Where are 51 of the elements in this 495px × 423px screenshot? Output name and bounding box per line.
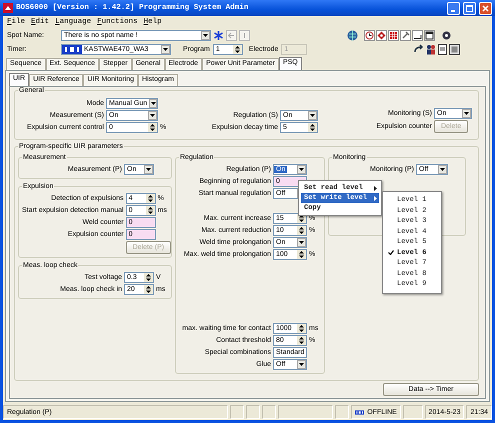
page-icon[interactable] [437, 44, 448, 55]
spin-arrows-icon[interactable] [299, 336, 304, 345]
caret-icon[interactable] [464, 112, 469, 115]
caret-icon[interactable] [203, 34, 208, 37]
star-icon[interactable] [213, 30, 224, 41]
spin-arrows-icon[interactable] [150, 123, 155, 132]
checkmark-icon [388, 250, 394, 254]
maximize-icon[interactable] [466, 4, 473, 12]
spin-arrows-icon[interactable] [310, 123, 315, 132]
arrow-icon[interactable] [413, 44, 424, 55]
spin-arrows-icon[interactable] [148, 194, 153, 203]
caret-icon[interactable] [299, 241, 304, 244]
spin-arrows-icon[interactable] [148, 206, 153, 215]
tool-icon[interactable] [400, 30, 411, 41]
tray-icon[interactable] [412, 30, 423, 41]
window-icon[interactable] [424, 30, 435, 41]
status-panel [402, 405, 423, 419]
caret-icon[interactable] [150, 102, 156, 105]
spin-arrows-icon[interactable] [299, 226, 304, 235]
status-panel [334, 405, 349, 419]
caret-icon[interactable] [146, 168, 151, 171]
globe-icon[interactable] [347, 30, 358, 41]
caret-icon[interactable] [163, 48, 168, 51]
spin-arrows-icon[interactable] [299, 250, 304, 259]
app-icon [3, 3, 13, 13]
spin-arrows-icon[interactable] [146, 273, 151, 282]
caret-icon[interactable] [299, 363, 304, 366]
gear-icon[interactable] [441, 30, 452, 41]
caret-icon[interactable] [299, 168, 304, 171]
clock-icon[interactable] [364, 30, 375, 41]
close-icon[interactable] [482, 4, 489, 12]
status-panel [262, 405, 276, 419]
spin-arrows-icon[interactable] [299, 324, 304, 333]
minimize-button[interactable] [447, 2, 460, 14]
spin-arrows-icon[interactable] [146, 285, 151, 294]
status-panel [230, 405, 244, 419]
caret-icon[interactable] [440, 168, 445, 171]
close-button[interactable] [479, 2, 492, 14]
maximize-button[interactable] [463, 2, 476, 14]
status-panel [278, 405, 333, 419]
grid-icon[interactable] [388, 30, 399, 41]
diamond-icon[interactable] [376, 30, 387, 41]
status-panel [246, 405, 260, 419]
spin-arrows-icon[interactable] [299, 214, 304, 223]
people-icon[interactable] [425, 44, 436, 55]
square-icon[interactable] [449, 44, 460, 55]
caret-icon[interactable] [150, 114, 155, 117]
caret-icon[interactable] [310, 114, 315, 117]
spin-arrows-icon[interactable] [234, 45, 240, 54]
device-icon [354, 408, 364, 416]
device-icon [62, 45, 82, 54]
